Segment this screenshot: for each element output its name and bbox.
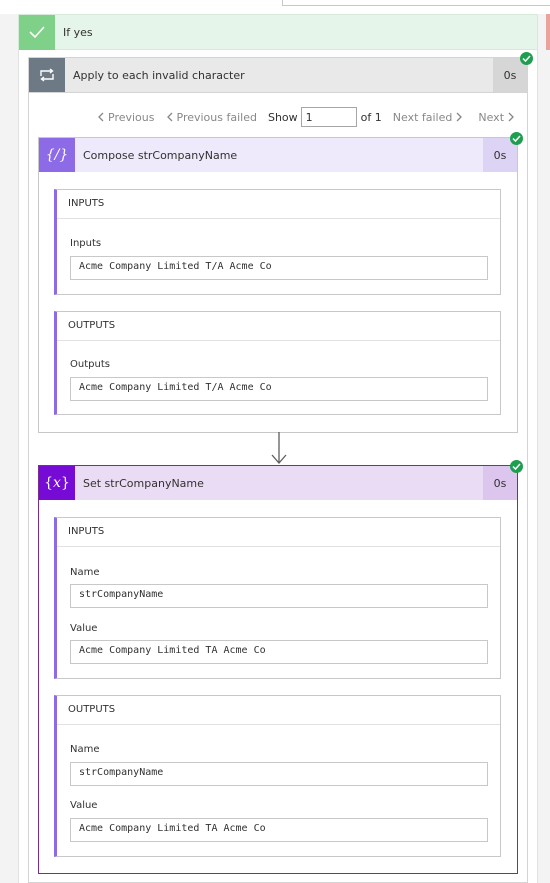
compose-icon: {/} — [39, 138, 75, 172]
chevron-left-icon — [166, 112, 172, 122]
inputs-header: INPUTS — [57, 190, 500, 219]
iteration-input[interactable] — [300, 107, 357, 127]
iteration-count: of 1 — [360, 110, 382, 124]
previous-failed-button[interactable]: Previous failed — [166, 111, 257, 124]
set-variable-header[interactable]: {x} Set strCompanyName 0s — [39, 466, 517, 500]
name-label: Name — [70, 744, 100, 755]
loop-icon — [29, 58, 65, 92]
value-label: Value — [70, 800, 98, 811]
top-panel-outline — [282, 0, 550, 6]
outputs-header: OUTPUTS — [57, 312, 500, 341]
next-failed-button[interactable]: Next failed — [393, 111, 463, 124]
outputs-value: Acme Company Limited T/A Acme Co — [70, 377, 488, 401]
outputs-header: OUTPUTS — [57, 696, 500, 725]
next-button[interactable]: Next — [478, 111, 514, 124]
name-label: Name — [70, 567, 100, 578]
checkmark-icon — [19, 14, 55, 50]
set-variable-title: Set strCompanyName — [83, 476, 204, 490]
inputs-header: INPUTS — [57, 518, 500, 547]
iteration-pager: Previous Previous failed Show of 1 Next … — [98, 106, 514, 128]
loop-header[interactable]: Apply to each invalid character 0s — [28, 57, 528, 93]
success-check-icon — [510, 132, 523, 145]
success-check-icon — [510, 460, 523, 473]
if-yes-header[interactable]: If yes — [18, 14, 538, 50]
outputs-label: Outputs — [70, 359, 110, 370]
compose-header[interactable]: {/} Compose strCompanyName 0s — [39, 138, 517, 172]
name-value: strCompanyName — [70, 584, 488, 608]
show-label: Show — [267, 110, 298, 124]
compose-inputs-section: INPUTS Inputs Acme Company Limited T/A A… — [54, 189, 501, 295]
variable-icon: {x} — [39, 466, 75, 500]
set-variable-outputs-section: OUTPUTS Name strCompanyName Value Acme C… — [54, 695, 501, 857]
arrow-down-icon — [271, 432, 287, 464]
if-no-branch-edge[interactable] — [546, 14, 550, 50]
chevron-right-icon — [508, 112, 514, 122]
loop-title: Apply to each invalid character — [73, 68, 245, 82]
previous-button[interactable]: Previous — [98, 111, 155, 124]
set-variable-inputs-section: INPUTS Name strCompanyName Value Acme Co… — [54, 517, 501, 679]
compose-title: Compose strCompanyName — [83, 148, 238, 162]
success-check-icon — [520, 52, 533, 65]
inputs-label: Inputs — [70, 238, 102, 249]
compose-outputs-section: OUTPUTS Outputs Acme Company Limited T/A… — [54, 311, 501, 415]
inputs-value: Acme Company Limited T/A Acme Co — [70, 256, 488, 280]
value-label: Value — [70, 623, 98, 634]
chevron-left-icon — [98, 112, 104, 122]
chevron-right-icon — [456, 112, 463, 122]
if-yes-label: If yes — [63, 25, 93, 39]
value-value: Acme Company Limited TA Acme Co — [70, 640, 488, 664]
name-value: strCompanyName — [70, 762, 488, 786]
value-value: Acme Company Limited TA Acme Co — [70, 818, 488, 842]
